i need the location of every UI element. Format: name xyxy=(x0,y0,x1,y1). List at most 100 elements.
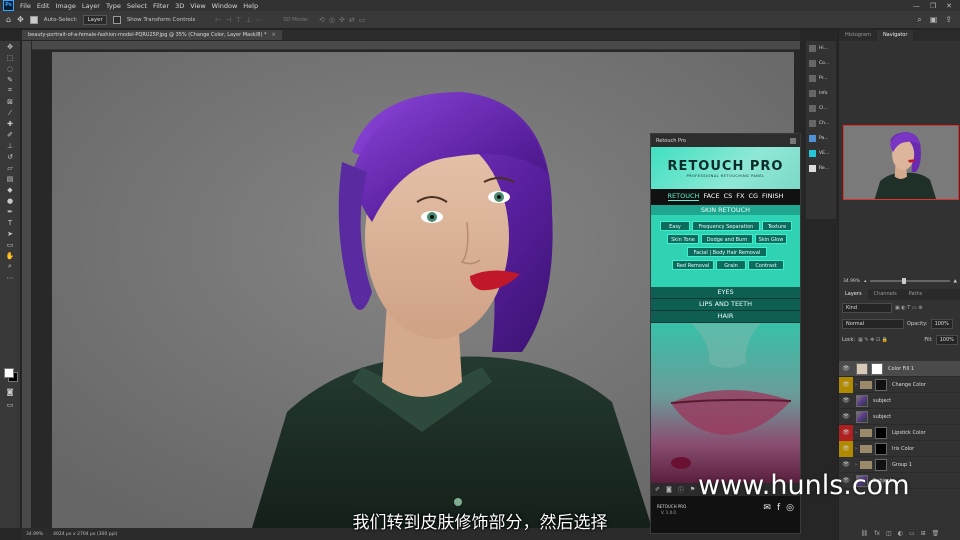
panel-history-button[interactable]: Hi... xyxy=(806,41,836,56)
history-brush-tool-icon[interactable]: ↺ xyxy=(0,151,20,162)
distribute-icon[interactable]: ⋯ xyxy=(256,16,263,24)
3d-rotate-icon[interactable]: ⟲ xyxy=(319,16,325,24)
layer-kind-filter[interactable]: Kind xyxy=(842,303,892,313)
healing-brush-tool-icon[interactable]: ✚ xyxy=(0,118,20,129)
3d-scale-icon[interactable]: ▭ xyxy=(359,16,366,24)
layer-row[interactable]: 👁 › Lipstick Color xyxy=(839,424,960,441)
layer-mask-thumbnail[interactable] xyxy=(875,378,887,391)
layer-row[interactable]: 👁 Color Fill 1 xyxy=(839,361,960,377)
search-icon[interactable]: ⌕ xyxy=(917,15,921,25)
3d-slide-icon[interactable]: ⇄ xyxy=(349,16,355,24)
lasso-tool-icon[interactable]: ◌ xyxy=(0,63,20,74)
opacity-field[interactable]: 100% xyxy=(930,319,953,329)
skin-glow-button[interactable]: Skin Glow xyxy=(755,234,787,244)
menu-layer[interactable]: Layer xyxy=(82,2,100,10)
panel-info-button[interactable]: Info xyxy=(806,86,836,101)
share-icon[interactable]: ⇪ xyxy=(945,15,952,25)
menu-window[interactable]: Window xyxy=(212,2,238,10)
skin-tone-button[interactable]: Skin Tone xyxy=(667,234,699,244)
flag-icon[interactable]: ⚑ xyxy=(690,486,695,493)
align-left-icon[interactable]: ⊢ xyxy=(215,16,221,24)
path-select-tool-icon[interactable]: ➤ xyxy=(0,228,20,239)
instagram-icon[interactable]: ◎ xyxy=(786,503,794,513)
panel-paragraph-button[interactable]: Pa... xyxy=(806,131,836,146)
menu-filter[interactable]: Filter xyxy=(153,2,169,10)
grain-button[interactable]: Grain xyxy=(716,260,746,270)
layer-mask-thumbnail[interactable] xyxy=(875,426,887,439)
menu-type[interactable]: Type xyxy=(106,2,121,10)
tab-channels[interactable]: Channels xyxy=(868,289,903,300)
menu-3d[interactable]: 3D xyxy=(175,2,184,10)
3d-roll-icon[interactable]: ◎ xyxy=(329,16,335,24)
close-tab-icon[interactable]: × xyxy=(272,32,276,38)
panel-properties-button[interactable]: Pr... xyxy=(806,71,836,86)
menu-select[interactable]: Select xyxy=(127,2,147,10)
menu-view[interactable]: View xyxy=(190,2,205,10)
visibility-eye-icon[interactable]: 👁 xyxy=(839,361,853,377)
expand-group-icon[interactable]: › xyxy=(855,430,857,436)
tab-retouch[interactable]: RETOUCH xyxy=(667,192,700,201)
easy-button[interactable]: Easy xyxy=(660,221,690,231)
dodge-tool-icon[interactable]: ● xyxy=(0,195,20,206)
navigator-preview[interactable] xyxy=(843,125,959,200)
quick-mask-icon[interactable]: ◙ xyxy=(0,386,20,397)
tab-fx[interactable]: FX xyxy=(736,192,744,200)
fill-field[interactable]: 100% xyxy=(935,335,958,345)
brush-tool-icon[interactable]: ✐ xyxy=(0,129,20,140)
eraser-tool-icon[interactable]: ▱ xyxy=(0,162,20,173)
filter-icons[interactable]: ▣ ◐ T ▭ ⊕ xyxy=(895,305,922,311)
link-layers-icon[interactable]: ⛓ xyxy=(861,530,869,537)
restore-icon[interactable]: ❐ xyxy=(930,2,936,10)
panel-color-button[interactable]: Co... xyxy=(806,56,836,71)
add-mask-icon[interactable]: ◫ xyxy=(886,530,892,537)
expand-group-icon[interactable]: › xyxy=(855,446,857,452)
zoom-out-icon[interactable]: ▴ xyxy=(864,279,866,284)
adjustment-layer-icon[interactable]: ◐ xyxy=(898,530,903,537)
hand-tool-icon[interactable]: ✋ xyxy=(0,250,20,261)
delete-layer-icon[interactable]: 🗑 xyxy=(932,530,940,537)
dodge-and-burn-button[interactable]: Dodge and Burn xyxy=(701,234,753,244)
fx-icon[interactable]: fx xyxy=(874,530,880,537)
move-tool-icon[interactable]: ✥ xyxy=(0,41,20,52)
visibility-eye-icon[interactable]: 👁 xyxy=(839,440,853,457)
foreground-color-swatch[interactable] xyxy=(4,368,14,378)
red-removal-button[interactable]: Red Removal xyxy=(672,260,714,270)
frame-tool-icon[interactable]: ⊠ xyxy=(0,96,20,107)
expand-group-icon[interactable]: › xyxy=(855,382,857,388)
3d-drag-icon[interactable]: ✣ xyxy=(339,16,345,24)
tab-cg[interactable]: CG xyxy=(748,192,758,200)
panel-channels-button[interactable]: Ch... xyxy=(806,116,836,131)
texture-button[interactable]: Texture xyxy=(762,221,792,231)
visibility-eye-icon[interactable]: 👁 xyxy=(839,424,853,441)
visibility-eye-icon[interactable]: 👁 xyxy=(839,409,853,425)
tab-paths[interactable]: Paths xyxy=(903,289,929,300)
visibility-eye-icon[interactable]: 👁 xyxy=(839,393,853,409)
menu-help[interactable]: Help xyxy=(243,2,258,10)
section-lips-and-teeth[interactable]: LIPS AND TEETH xyxy=(651,299,800,311)
zoom-slider[interactable] xyxy=(870,278,950,284)
layer-row[interactable]: 👁 › Iris Color xyxy=(839,440,960,457)
tab-face[interactable]: FACE xyxy=(703,192,719,200)
navigator-zoom-value[interactable]: 34.99% xyxy=(843,279,860,284)
minimize-icon[interactable]: — xyxy=(913,2,920,10)
frequency-separation-button[interactable]: Frequency Separation xyxy=(692,221,760,231)
zoom-in-icon[interactable]: ▲ xyxy=(954,279,957,284)
crop-tool-icon[interactable]: ⌗ xyxy=(0,85,20,96)
menu-image[interactable]: Image xyxy=(55,2,75,10)
camera-icon[interactable]: ◙ xyxy=(666,486,672,493)
align-right-icon[interactable]: ⊤ xyxy=(235,16,241,24)
brush-icon[interactable]: ✐ xyxy=(655,486,660,493)
screen-mode-icon[interactable]: ▭ xyxy=(0,399,20,410)
layer-mask-thumbnail[interactable] xyxy=(871,362,883,375)
more-tools-icon[interactable]: ⋯ xyxy=(0,272,20,283)
new-layer-icon[interactable]: ⊞ xyxy=(921,530,926,537)
email-icon[interactable]: ✉ xyxy=(763,503,771,513)
panel-ve-button[interactable]: VE... xyxy=(806,146,836,161)
facebook-icon[interactable]: f xyxy=(777,503,780,513)
lock-icons[interactable]: ▦ ✎ ✥ ⊡ 🔒 xyxy=(858,337,888,343)
contrast-button[interactable]: Contrast xyxy=(748,260,784,270)
zoom-slider-thumb[interactable] xyxy=(902,278,907,284)
quick-select-tool-icon[interactable]: ✎ xyxy=(0,74,20,85)
layer-row[interactable]: 👁 › Change Color xyxy=(839,376,960,393)
workspace-icon[interactable]: ▣ xyxy=(930,15,938,25)
